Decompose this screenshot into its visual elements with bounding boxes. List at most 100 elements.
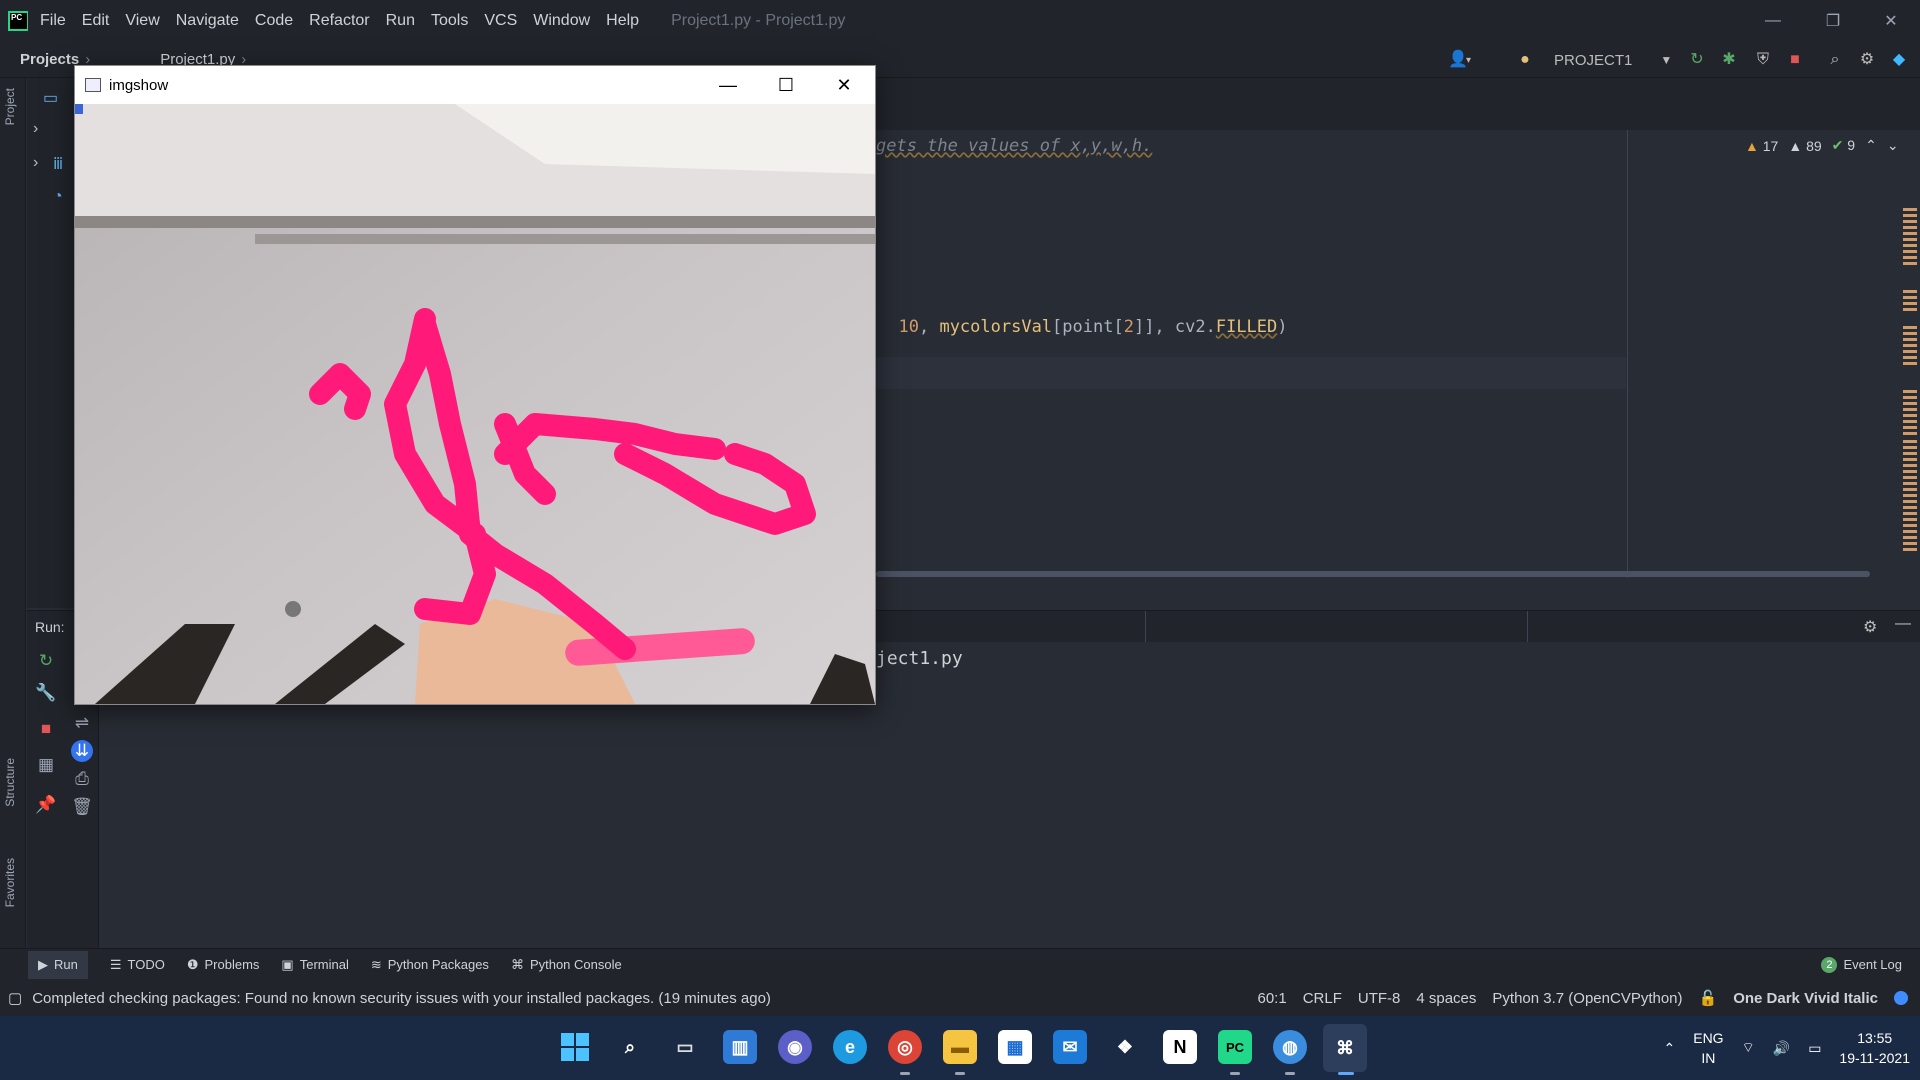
error-stripe-marker[interactable] xyxy=(1903,390,1917,393)
status-message[interactable]: Completed checking packages: Found no kn… xyxy=(32,990,771,1007)
error-stripe-marker[interactable] xyxy=(1903,542,1917,545)
menu-code[interactable]: Code xyxy=(255,12,293,30)
coverage-icon[interactable]: ⛨ xyxy=(1754,42,1772,78)
error-stripe-marker[interactable] xyxy=(1903,548,1917,551)
tab-python-console[interactable]: ⌘ Python Console xyxy=(511,957,622,973)
layout-icon[interactable]: ▦ xyxy=(35,754,57,776)
error-stripe-marker[interactable] xyxy=(1903,226,1917,229)
error-stripe-marker[interactable] xyxy=(1903,220,1917,223)
error-stripe-marker[interactable] xyxy=(1903,488,1917,491)
error-stripe-marker[interactable] xyxy=(1903,414,1917,417)
error-stripe-marker[interactable] xyxy=(1903,344,1917,347)
error-stripe-marker[interactable] xyxy=(1903,244,1917,247)
pin-icon[interactable]: 📌 xyxy=(35,794,57,816)
error-stripe-marker[interactable] xyxy=(1903,482,1917,485)
imgshow-minimize-button[interactable]: — xyxy=(699,66,757,104)
error-stripe-marker[interactable] xyxy=(1903,214,1917,217)
error-stripe-marker[interactable] xyxy=(1903,464,1917,467)
error-stripe-marker[interactable] xyxy=(1903,530,1917,533)
error-stripe-marker[interactable] xyxy=(1903,362,1917,365)
wrench-icon[interactable]: 🔧 xyxy=(35,682,57,704)
debug-icon[interactable]: ✱ xyxy=(1720,42,1738,78)
tab-terminal[interactable]: ▣ Terminal xyxy=(281,957,348,973)
error-stripe-marker[interactable] xyxy=(1903,338,1917,341)
indent-setting[interactable]: 4 spaces xyxy=(1416,990,1476,1007)
error-stripe-marker[interactable] xyxy=(1903,290,1917,293)
tab-python-packages[interactable]: ≋ Python Packages xyxy=(371,957,489,973)
clock[interactable]: 13:55 19-11-2021 xyxy=(1839,1028,1910,1068)
toggle-tool-windows-icon[interactable]: ▢ xyxy=(8,989,22,1007)
tab-run[interactable]: ▶ Run xyxy=(28,950,88,979)
error-stripe-marker[interactable] xyxy=(1903,440,1917,443)
store-icon[interactable]: ▦ xyxy=(998,1030,1032,1064)
menu-file[interactable]: File xyxy=(40,12,66,30)
menu-navigate[interactable]: Navigate xyxy=(176,12,239,30)
run-config-selector[interactable]: PROJECT1 ▼ xyxy=(1554,42,1672,78)
error-stripe-marker[interactable] xyxy=(1903,402,1917,405)
pycharm-icon[interactable]: PC xyxy=(1218,1030,1252,1064)
stop-icon[interactable]: ■ xyxy=(35,718,57,740)
lock-icon[interactable]: 🔓 xyxy=(1699,989,1718,1007)
windows-start-icon[interactable] xyxy=(558,1030,592,1064)
file-encoding[interactable]: UTF-8 xyxy=(1358,990,1401,1007)
rerun-icon[interactable]: ↻ xyxy=(1688,42,1706,78)
imgshow-close-button[interactable]: ✕ xyxy=(815,66,873,104)
error-stripe-marker[interactable] xyxy=(1903,452,1917,455)
trash-icon[interactable]: 🗑 xyxy=(71,796,93,818)
battery-icon[interactable]: ▭ xyxy=(1808,1040,1821,1057)
chevron-up-icon[interactable]: ⌃ xyxy=(1865,137,1877,154)
wifi-icon[interactable]: ⌔ xyxy=(1742,1039,1755,1057)
user-icon[interactable]: 👤 ▾ xyxy=(1448,42,1471,78)
project-tool-tab[interactable]: Project xyxy=(3,88,17,125)
error-stripe-marker[interactable] xyxy=(1903,356,1917,359)
tab-todo[interactable]: ☰ TODO xyxy=(110,957,165,973)
toolbox-icon[interactable]: ◆ xyxy=(1890,42,1908,78)
error-stripe-marker[interactable] xyxy=(1903,524,1917,527)
menu-help[interactable]: Help xyxy=(606,12,639,30)
inspection-widget[interactable]: ▲ 17 ▲ 89 ✔ 9 ⌃ ⌄ xyxy=(1745,137,1899,154)
gear-icon[interactable]: ⚙ xyxy=(1863,617,1877,637)
chevron-down-icon[interactable]: ⌄ xyxy=(1887,137,1899,154)
chevron-right-icon[interactable]: › xyxy=(33,120,38,138)
error-stripe-marker[interactable] xyxy=(1903,446,1917,449)
language-indicator[interactable]: ENG IN xyxy=(1693,1028,1723,1068)
menu-vcs[interactable]: VCS xyxy=(484,12,517,30)
minimize-button[interactable]: — xyxy=(1748,0,1798,42)
scroll-to-end-icon[interactable]: ⇊ xyxy=(71,740,93,762)
event-log-button[interactable]: 2 Event Log xyxy=(1821,956,1902,973)
error-stripe-marker[interactable] xyxy=(1903,512,1917,515)
error-stripe-marker[interactable] xyxy=(1903,426,1917,429)
menu-tools[interactable]: Tools xyxy=(431,12,468,30)
error-stripe-marker[interactable] xyxy=(1903,408,1917,411)
notion-icon[interactable]: N xyxy=(1163,1030,1197,1064)
search-icon[interactable]: ⌕ xyxy=(613,1030,647,1064)
rerun-icon[interactable]: ↻ xyxy=(35,650,57,672)
favorites-tool-tab[interactable]: Favorites xyxy=(3,858,17,907)
error-stripe-marker[interactable] xyxy=(1903,420,1917,423)
error-stripe-marker[interactable] xyxy=(1903,506,1917,509)
error-stripe-marker[interactable] xyxy=(1903,308,1917,311)
error-stripe-marker[interactable] xyxy=(1903,494,1917,497)
menu-window[interactable]: Window xyxy=(533,12,590,30)
volume-icon[interactable]: 🔊 xyxy=(1773,1040,1790,1057)
error-stripe-marker[interactable] xyxy=(1903,396,1917,399)
structure-tool-tab[interactable]: Structure xyxy=(3,758,17,807)
gear-icon[interactable]: ⚙ xyxy=(1858,42,1876,78)
theme-name[interactable]: One Dark Vivid Italic xyxy=(1733,990,1878,1007)
error-stripe-marker[interactable] xyxy=(1903,536,1917,539)
menu-edit[interactable]: Edit xyxy=(82,12,110,30)
stop-icon[interactable]: ■ xyxy=(1786,42,1804,78)
chrome-icon[interactable]: ◎ xyxy=(888,1030,922,1064)
tab-problems[interactable]: ❶ Problems xyxy=(187,957,260,973)
breadcrumb-projects[interactable]: Projects xyxy=(20,51,79,68)
interpreter-selector[interactable]: Python 3.7 (OpenCVPython) xyxy=(1492,990,1682,1007)
imgshow-maximize-button[interactable]: ☐ xyxy=(757,66,815,104)
close-button[interactable]: ✕ xyxy=(1866,0,1916,42)
error-stripe-marker[interactable] xyxy=(1903,332,1917,335)
print-icon[interactable]: ⎙ xyxy=(71,768,93,790)
error-stripe-marker[interactable] xyxy=(1903,262,1917,265)
globe-app-icon[interactable]: ◍ xyxy=(1273,1030,1307,1064)
error-stripe-marker[interactable] xyxy=(1903,432,1917,435)
error-stripe-marker[interactable] xyxy=(1903,470,1917,473)
error-stripe-marker[interactable] xyxy=(1903,232,1917,235)
